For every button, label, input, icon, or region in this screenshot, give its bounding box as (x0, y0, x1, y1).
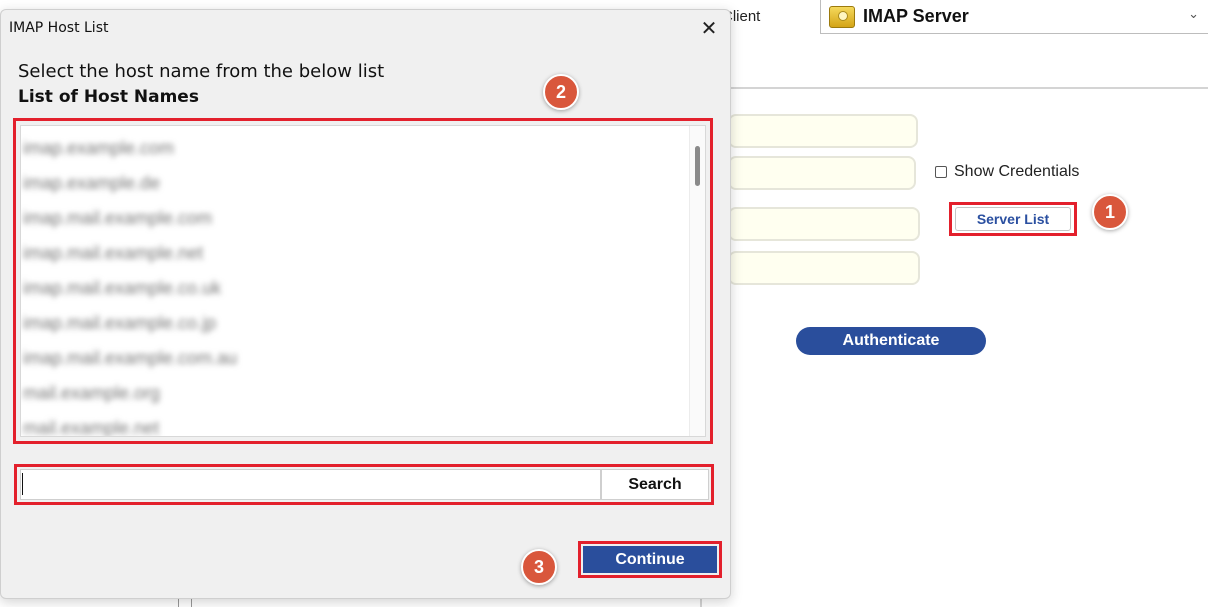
list-item[interactable]: mail.example.org (23, 376, 683, 411)
host-field[interactable] (728, 207, 920, 241)
list-scrollbar[interactable] (689, 126, 705, 436)
list-item[interactable]: mail.example.net (23, 411, 683, 436)
close-icon[interactable]: ✕ (696, 16, 722, 40)
server-type-value: IMAP Server (863, 6, 969, 26)
host-list-heading: List of Host Names (18, 87, 199, 107)
chevron-down-icon: ⌄ (1188, 7, 1199, 22)
search-input[interactable] (20, 469, 601, 500)
step-marker-3: 3 (521, 549, 557, 585)
continue-button[interactable]: Continue (583, 546, 717, 573)
show-credentials[interactable]: Show Credentials (935, 163, 1079, 181)
host-list[interactable]: imap.example.com imap.example.de imap.ma… (20, 125, 706, 437)
list-item[interactable]: imap.mail.example.co.jp (23, 306, 683, 341)
scrollbar-thumb[interactable] (695, 146, 700, 186)
authenticate-button[interactable]: Authenticate (796, 327, 986, 355)
email-field[interactable] (728, 114, 918, 148)
step-marker-2: 2 (543, 74, 579, 110)
text-cursor (22, 473, 23, 495)
server-list-button[interactable]: Server List (955, 207, 1071, 231)
server-icon (829, 5, 855, 28)
list-item[interactable]: imap.example.de (23, 166, 683, 201)
list-item[interactable]: imap.mail.example.com.au (23, 341, 683, 376)
dialog-title: IMAP Host List (9, 20, 109, 36)
host-list-items: imap.example.com imap.example.de imap.ma… (23, 131, 683, 436)
search-button[interactable]: Search (601, 469, 709, 500)
list-item[interactable]: imap.example.com (23, 131, 683, 166)
show-credentials-checkbox[interactable] (935, 166, 947, 178)
dialog-instruction: Select the host name from the below list (18, 61, 385, 82)
list-item[interactable]: imap.mail.example.co.uk (23, 271, 683, 306)
show-credentials-label: Show Credentials (954, 163, 1080, 180)
list-item[interactable]: imap.mail.example.com (23, 201, 683, 236)
password-field[interactable] (728, 156, 916, 190)
step-marker-1: 1 (1092, 194, 1128, 230)
port-field[interactable] (728, 251, 920, 285)
list-item[interactable]: imap.mail.example.net (23, 236, 683, 271)
server-type-select[interactable]: IMAP Server ⌄ (820, 0, 1208, 34)
